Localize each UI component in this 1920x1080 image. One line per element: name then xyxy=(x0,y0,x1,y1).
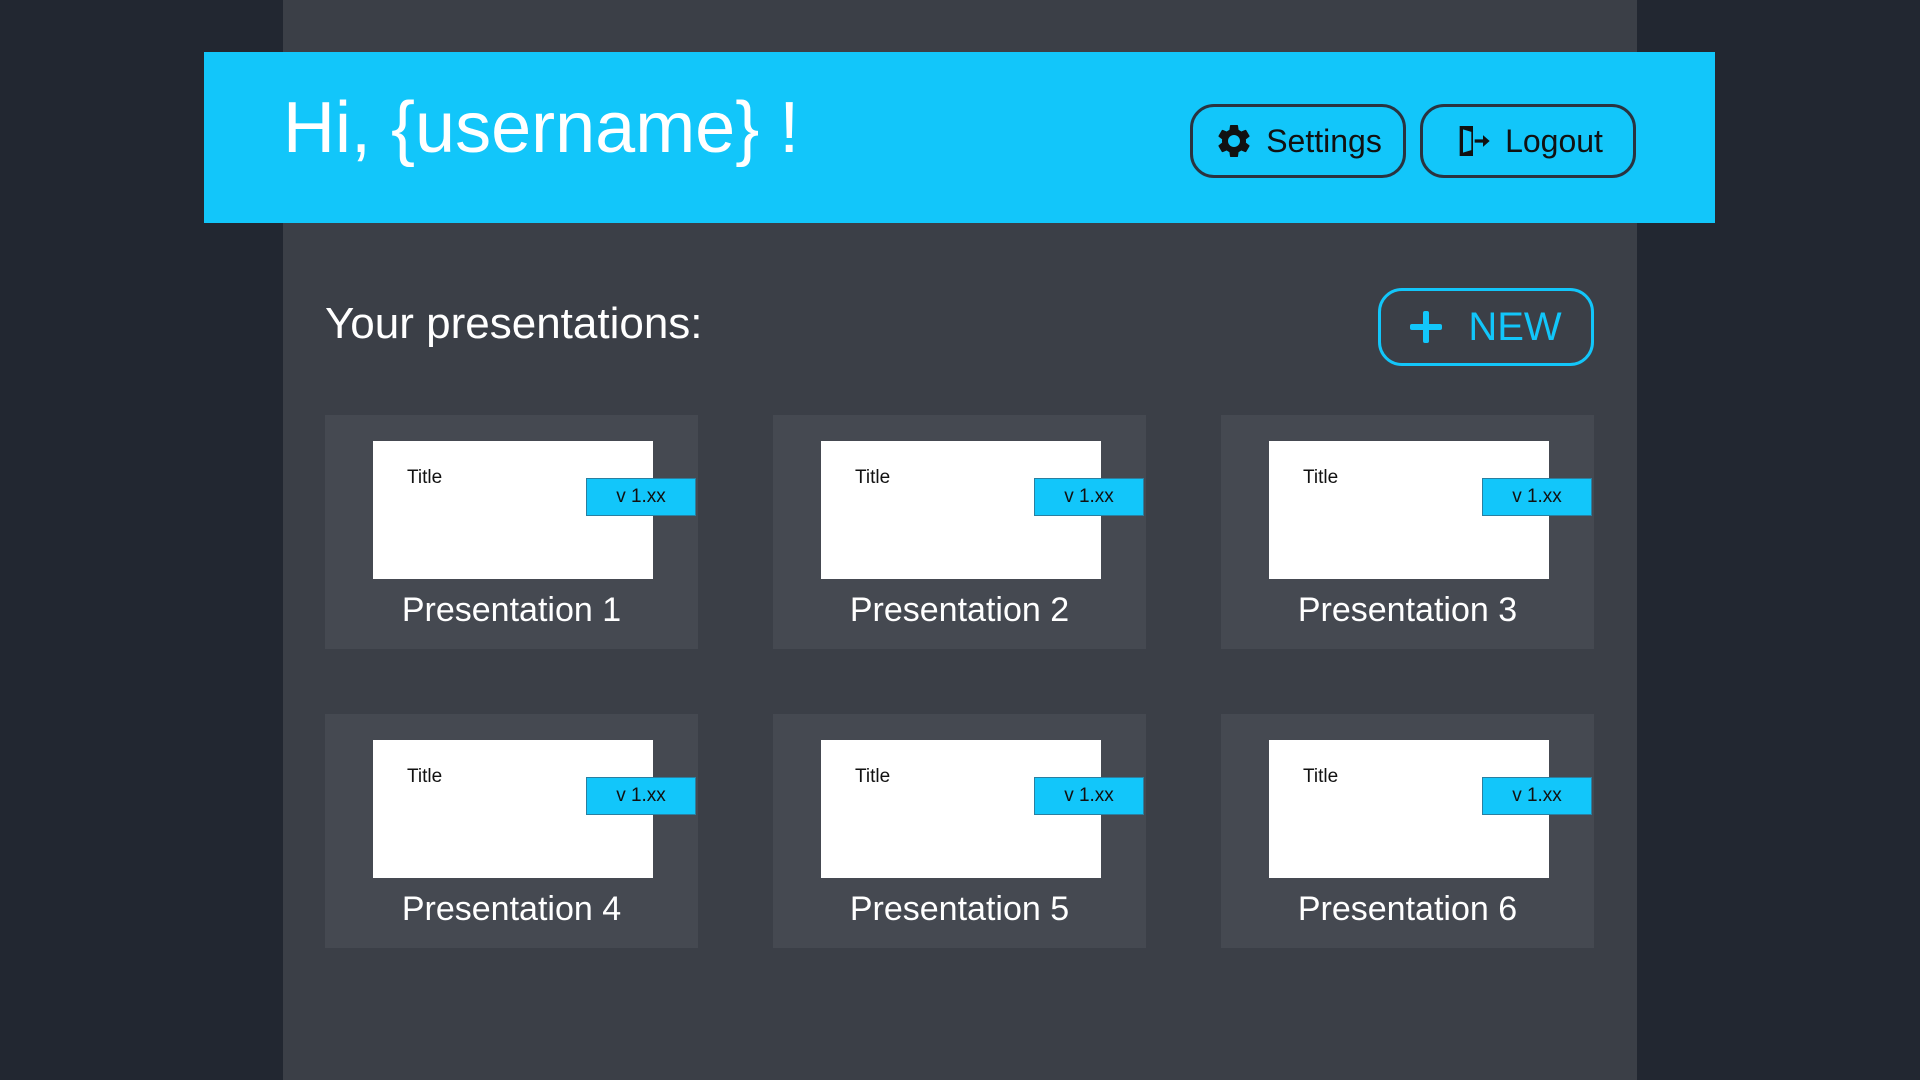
logout-button[interactable]: Logout xyxy=(1420,104,1636,178)
presentation-name: Presentation 4 xyxy=(401,890,622,928)
gear-icon xyxy=(1214,121,1254,161)
presentation-thumbnail: Title v 1.xx xyxy=(821,441,1144,579)
presentation-name: Presentation 1 xyxy=(401,591,622,629)
settings-label: Settings xyxy=(1266,122,1382,159)
presentation-thumbnail: Title v 1.xx xyxy=(821,740,1144,878)
settings-button[interactable]: Settings xyxy=(1190,104,1406,178)
presentation-thumbnail: Title v 1.xx xyxy=(373,441,696,579)
thumbnail-title: Title xyxy=(855,766,891,787)
presentation-name: Presentation 3 xyxy=(1297,591,1518,629)
presentation-card[interactable]: Title v 1.xx Presentation 3 xyxy=(1221,415,1594,649)
logout-door-icon xyxy=(1453,121,1493,161)
presentation-thumbnail: Title v 1.xx xyxy=(1269,441,1592,579)
presentation-card[interactable]: Title v 1.xx Presentation 2 xyxy=(773,415,1146,649)
presentation-name: Presentation 5 xyxy=(849,890,1070,928)
presentation-thumbnail: Title v 1.xx xyxy=(1269,740,1592,878)
logout-label: Logout xyxy=(1505,122,1603,159)
version-badge: v 1.xx xyxy=(586,777,696,815)
presentation-card[interactable]: Title v 1.xx Presentation 4 xyxy=(325,714,698,948)
presentations-grid: Title v 1.xx Presentation 1 Title v 1.xx… xyxy=(325,415,1595,948)
presentation-card[interactable]: Title v 1.xx Presentation 5 xyxy=(773,714,1146,948)
version-badge: v 1.xx xyxy=(586,478,696,516)
section-title: Your presentations: xyxy=(325,299,703,348)
thumbnail-title: Title xyxy=(1303,467,1339,488)
presentation-thumbnail: Title v 1.xx xyxy=(373,740,696,878)
presentation-name: Presentation 6 xyxy=(1297,890,1518,928)
new-presentation-button[interactable]: NEW xyxy=(1378,288,1594,366)
version-badge: v 1.xx xyxy=(1482,777,1592,815)
version-badge: v 1.xx xyxy=(1034,478,1144,516)
presentation-card[interactable]: Title v 1.xx Presentation 1 xyxy=(325,415,698,649)
presentation-name: Presentation 2 xyxy=(849,591,1070,629)
presentation-card[interactable]: Title v 1.xx Presentation 6 xyxy=(1221,714,1594,948)
thumbnail-title: Title xyxy=(407,766,443,787)
plus-icon xyxy=(1410,311,1443,343)
version-badge: v 1.xx xyxy=(1482,478,1592,516)
thumbnail-title: Title xyxy=(855,467,891,488)
new-button-label: NEW xyxy=(1468,304,1562,349)
version-badge: v 1.xx xyxy=(1034,777,1144,815)
header-bar: Hi, {username} ! Settings Logout xyxy=(204,52,1715,223)
thumbnail-title: Title xyxy=(407,467,443,488)
thumbnail-title: Title xyxy=(1303,766,1339,787)
greeting-title: Hi, {username} ! xyxy=(283,88,800,168)
